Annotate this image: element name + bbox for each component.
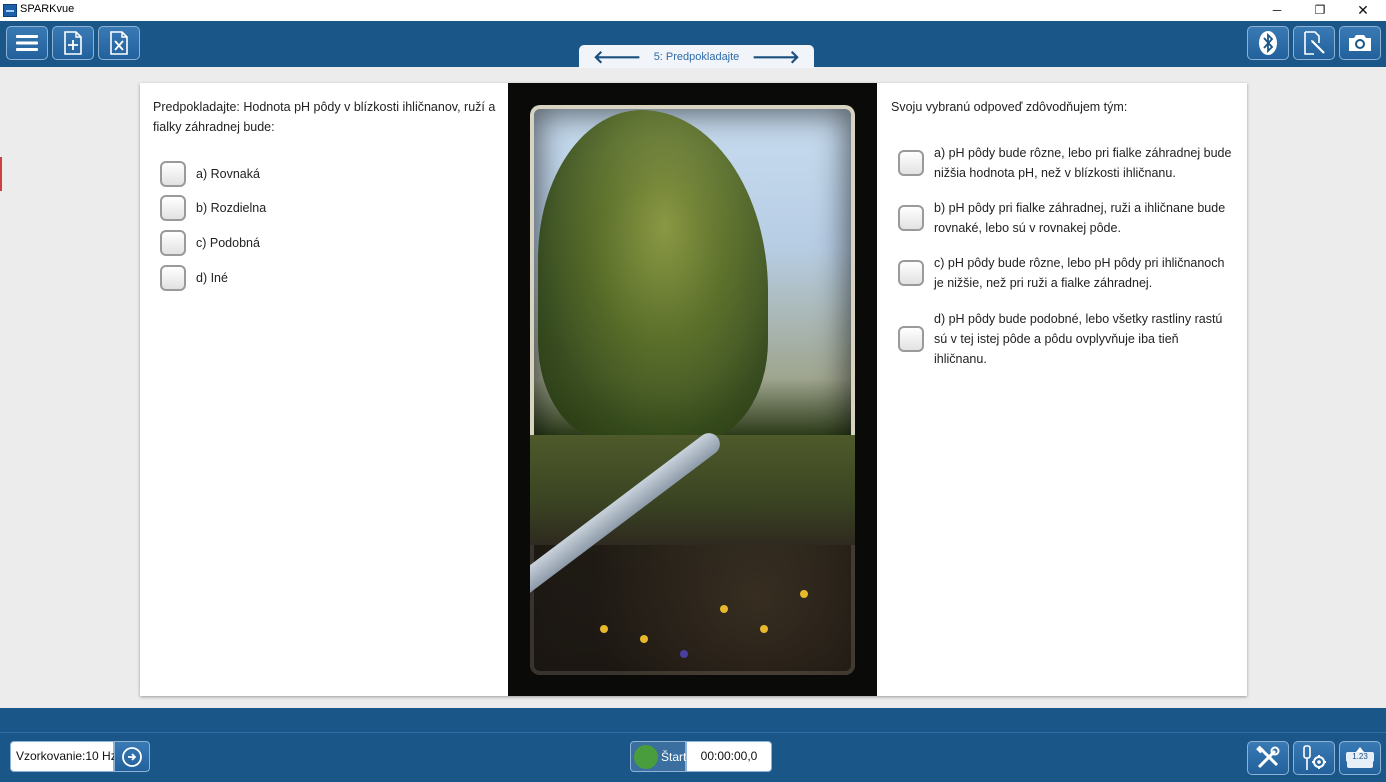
option-label: b) pH pôdy pri fialke záhradnej, ruži a …	[934, 201, 1226, 235]
next-page-arrow-icon[interactable]: 🡒	[752, 46, 800, 68]
checkbox[interactable]	[898, 260, 924, 286]
menu-button[interactable]	[6, 26, 48, 60]
tools-button[interactable]	[1247, 741, 1289, 775]
bottom-toolbar: Vzorkovanie:10 Hz Štart 00:00:00,0	[0, 732, 1386, 782]
sampling-clock-icon	[122, 746, 142, 767]
new-page-button[interactable]	[52, 26, 94, 60]
bluetooth-icon	[1259, 31, 1277, 55]
menu-icon	[16, 35, 38, 51]
question-option[interactable]: b) Rozdielna	[160, 194, 266, 222]
checkbox[interactable]	[898, 150, 924, 176]
start-indicator-icon	[634, 744, 658, 769]
justification-option[interactable]: d) pH pôdy bude podobné, lebo všetky ras…	[898, 309, 1233, 369]
question-option[interactable]: c) Podobná	[160, 229, 260, 257]
checkbox[interactable]	[160, 195, 186, 221]
sampling-rate-field[interactable]: Vzorkovanie:10 Hz	[10, 741, 117, 772]
option-label: a) pH pôdy bude rôzne, lebo pri fialke z…	[934, 146, 1232, 180]
page-title[interactable]: 5: Predpokladajte	[629, 51, 764, 63]
option-label: a) Rovnaká	[196, 167, 260, 181]
sampling-options-button[interactable]	[114, 741, 150, 772]
close-button[interactable]: ✕	[1340, 0, 1386, 21]
checkbox[interactable]	[160, 161, 186, 187]
justification-option[interactable]: b) pH pôdy pri fialke záhradnej, ruži a …	[898, 198, 1233, 238]
bluetooth-button[interactable]	[1247, 26, 1289, 60]
checkbox[interactable]	[160, 265, 186, 291]
bottom-divider-strip	[0, 708, 1386, 732]
snapshot-button[interactable]	[1339, 26, 1381, 60]
sensor-settings-icon	[1303, 745, 1326, 770]
start-button[interactable]: Štart	[630, 741, 686, 772]
justification-option[interactable]: c) pH pôdy bude rôzne, lebo pH pôdy pri …	[898, 253, 1233, 293]
start-label: Štart	[661, 749, 687, 764]
content-card: Predpokladajte: Hodnota pH pôdy v blízko…	[140, 83, 1247, 696]
checkbox[interactable]	[898, 326, 924, 352]
checkbox[interactable]	[160, 230, 186, 256]
export-icon	[110, 31, 128, 55]
option-label: b) Rozdielna	[196, 201, 267, 215]
camera-icon	[1349, 35, 1371, 51]
option-label: c) Podobná	[196, 236, 260, 250]
photo-image	[530, 105, 855, 675]
sensor-settings-button[interactable]	[1293, 741, 1335, 775]
question-option[interactable]: a) Rovnaká	[160, 160, 260, 188]
annotate-button[interactable]	[1293, 26, 1335, 60]
left-edge-indicator	[0, 157, 2, 191]
justification-option[interactable]: a) pH pôdy bude rôzne, lebo pri fialke z…	[898, 143, 1233, 183]
option-label: c) pH pôdy bude rôzne, lebo pH pôdy pri …	[934, 256, 1225, 290]
app-icon	[3, 4, 17, 17]
tools-icon	[1256, 745, 1280, 769]
export-button[interactable]	[98, 26, 140, 60]
window-titlebar: SPARKvue ─ ❐ ✕	[0, 0, 1386, 21]
annotate-icon	[1304, 31, 1325, 55]
new-page-icon	[64, 31, 82, 55]
option-label: d) pH pôdy bude podobné, lebo všetky ras…	[934, 312, 1223, 366]
justification-prompt: Svoju vybranú odpoveď zdôvodňujem tým:	[891, 100, 1128, 114]
window-title: SPARKvue	[20, 3, 75, 15]
minimize-button[interactable]: ─	[1254, 0, 1300, 21]
checkbox[interactable]	[898, 205, 924, 231]
question-prompt: Predpokladajte: Hodnota pH pôdy v blízko…	[153, 100, 496, 134]
maximize-button[interactable]: ❐	[1297, 0, 1343, 21]
option-label: d) Iné	[196, 271, 228, 285]
page-navigator: 🡐 5: Predpokladajte 🡒	[579, 45, 814, 68]
garden-photo	[508, 83, 877, 696]
question-option[interactable]: d) Iné	[160, 264, 228, 292]
digits-display-label: 1.23	[1346, 752, 1374, 762]
elapsed-time-display: 00:00:00,0	[686, 741, 772, 772]
